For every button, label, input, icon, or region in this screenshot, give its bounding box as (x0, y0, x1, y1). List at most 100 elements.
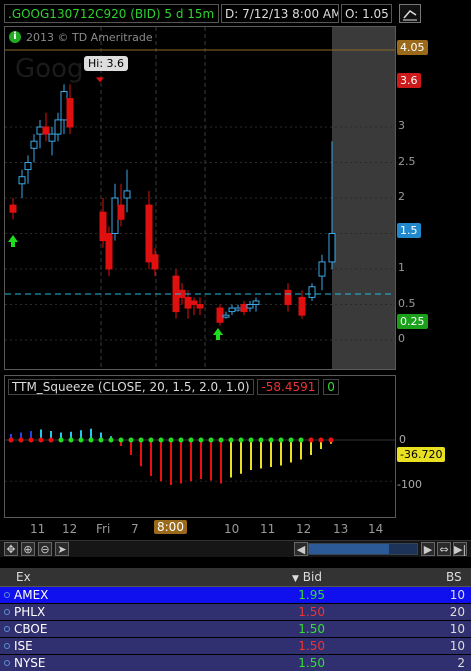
trend-line-icon (403, 10, 417, 21)
price-tick-label: 3 (398, 119, 405, 132)
squeeze-dot (158, 437, 164, 443)
table-row[interactable]: PHLX 1.50 20 (0, 604, 471, 620)
candle-body (228, 307, 236, 313)
scroll-left-icon[interactable]: ◀ (294, 542, 308, 556)
candle-body (246, 304, 254, 309)
squeeze-dot (288, 437, 294, 443)
candle-body (222, 314, 230, 318)
cursor-icon[interactable]: ➤ (55, 542, 69, 556)
scroll-thumb[interactable] (309, 544, 389, 554)
table-row[interactable]: CBOE 1.50 10 (0, 621, 471, 637)
squeeze-histogram (5, 428, 395, 485)
squeeze-dot (298, 437, 304, 443)
buy-arrow-icon (8, 235, 18, 247)
buy-arrow-icon (213, 328, 223, 340)
squeeze-dot (58, 437, 64, 443)
zoom-out-icon[interactable]: ⊖ (38, 542, 52, 556)
candle-body (190, 300, 198, 306)
bid-cell: 1.50 (298, 622, 325, 636)
high-price-badge: 3.6 (397, 73, 421, 88)
exchange-cell: NYSE (14, 656, 46, 670)
cursor-time-badge: 8:00 (154, 520, 187, 534)
header-bid[interactable]: ▼ Bid (292, 568, 322, 588)
bid-cell: 1.50 (298, 656, 325, 670)
candle-body (196, 304, 204, 309)
zoom-in-icon[interactable]: ⊕ (21, 542, 35, 556)
scroll-right-icon[interactable]: ▶ (421, 542, 435, 556)
chart-window: .GOOG130712C920 (BID) 5 d 15m D: 7/12/13… (0, 0, 471, 671)
candle-body (123, 190, 131, 199)
squeeze-title: TTM_Squeeze (CLOSE, 20, 1.5, 2.0, 1.0) (8, 379, 254, 395)
header-bs[interactable]: BS (446, 568, 462, 586)
squeeze-dot (228, 437, 234, 443)
squeeze-dot (88, 437, 94, 443)
squeeze-dot (178, 437, 184, 443)
header-exchange[interactable]: Ex (16, 568, 31, 586)
info-icon[interactable]: i (9, 31, 21, 43)
candle-body (60, 91, 68, 121)
candle-body (18, 176, 26, 185)
price-tick-label: 0 (398, 332, 405, 345)
squeeze-dot (168, 437, 174, 443)
date-readout: D: 7/12/13 8:00 AM (221, 4, 339, 23)
table-row[interactable]: ISE 1.50 10 (0, 638, 471, 654)
table-header: Ex ▼ Bid BS (0, 568, 471, 587)
squeeze-dot (188, 437, 194, 443)
time-axis: 1112Fri7910111213148:00 (4, 520, 396, 538)
time-axis-label: 14 (368, 522, 384, 536)
bid-size-cell: 20 (449, 605, 465, 619)
candle-body (117, 204, 125, 220)
time-axis-label: 7 (131, 522, 139, 536)
squeeze-dot (128, 437, 134, 443)
symbol-label[interactable]: .GOOG130712C920 (BID) 5 d 15m (4, 4, 219, 23)
squeeze-dot (8, 437, 14, 443)
watermark: Goog (15, 54, 83, 84)
end-icon[interactable]: ▶| (453, 542, 467, 556)
squeeze-dot (98, 437, 104, 443)
squeeze-dot (318, 437, 324, 443)
squeeze-dot (328, 437, 334, 443)
squeeze-dot (78, 437, 84, 443)
expand-icon[interactable]: ⇔ (437, 542, 451, 556)
header-bid-label: Bid (302, 570, 322, 584)
bid-size-cell: 2 (457, 656, 465, 670)
reference-price-badge: 0.25 (397, 314, 428, 329)
price-chart-panel[interactable]: Goog i 2013 © TD Ameritrade Hi: 3.6 (4, 26, 396, 370)
candle-body (308, 286, 316, 298)
exchange-cell: CBOE (14, 622, 48, 636)
hi-marker (96, 77, 104, 83)
price-tick-label: 1 (398, 261, 405, 274)
time-scrollbar[interactable] (308, 543, 418, 555)
candle-body (318, 261, 326, 277)
ttm-squeeze-panel[interactable]: TTM_Squeeze (CLOSE, 20, 1.5, 2.0, 1.0) -… (4, 375, 396, 518)
candle-body (9, 204, 17, 213)
squeeze-dot (68, 437, 74, 443)
squeeze-dot (198, 437, 204, 443)
squeeze-dot (108, 437, 114, 443)
price-tick-label: 0.5 (398, 296, 416, 310)
pan-icon[interactable]: ✥ (4, 542, 18, 556)
exchange-table: Ex ▼ Bid BS AMEX 1.95 10 PHLX 1.50 20 CB… (0, 568, 471, 671)
candle-body (105, 233, 113, 270)
time-axis-label: 11 (260, 522, 276, 536)
chart-toolbar: ✥ ⊕ ⊖ ➤ ◀ ▶ ⇔ ▶| (0, 540, 471, 557)
squeeze-dot (258, 437, 264, 443)
time-axis-label: 11 (30, 522, 46, 536)
table-row[interactable]: AMEX 1.95 10 (0, 587, 471, 603)
candle-body (151, 254, 159, 270)
candle-body (240, 304, 248, 313)
candle-body (234, 307, 242, 311)
candle-body (298, 296, 306, 316)
candle-body (328, 233, 336, 263)
table-row[interactable]: NYSE 1.50 2 (0, 655, 471, 671)
last-price-badge: 1.5 (397, 223, 421, 238)
squeeze-dot (248, 437, 254, 443)
candle-body (145, 204, 153, 263)
price-chart: Goog (5, 27, 395, 369)
bid-cell: 1.95 (298, 588, 325, 602)
copyright-label: 2013 © TD Ameritrade (26, 31, 153, 44)
status-dot-icon (4, 592, 10, 598)
status-dot-icon (4, 626, 10, 632)
drawing-tool-button[interactable] (399, 4, 421, 23)
squeeze-dot (278, 437, 284, 443)
